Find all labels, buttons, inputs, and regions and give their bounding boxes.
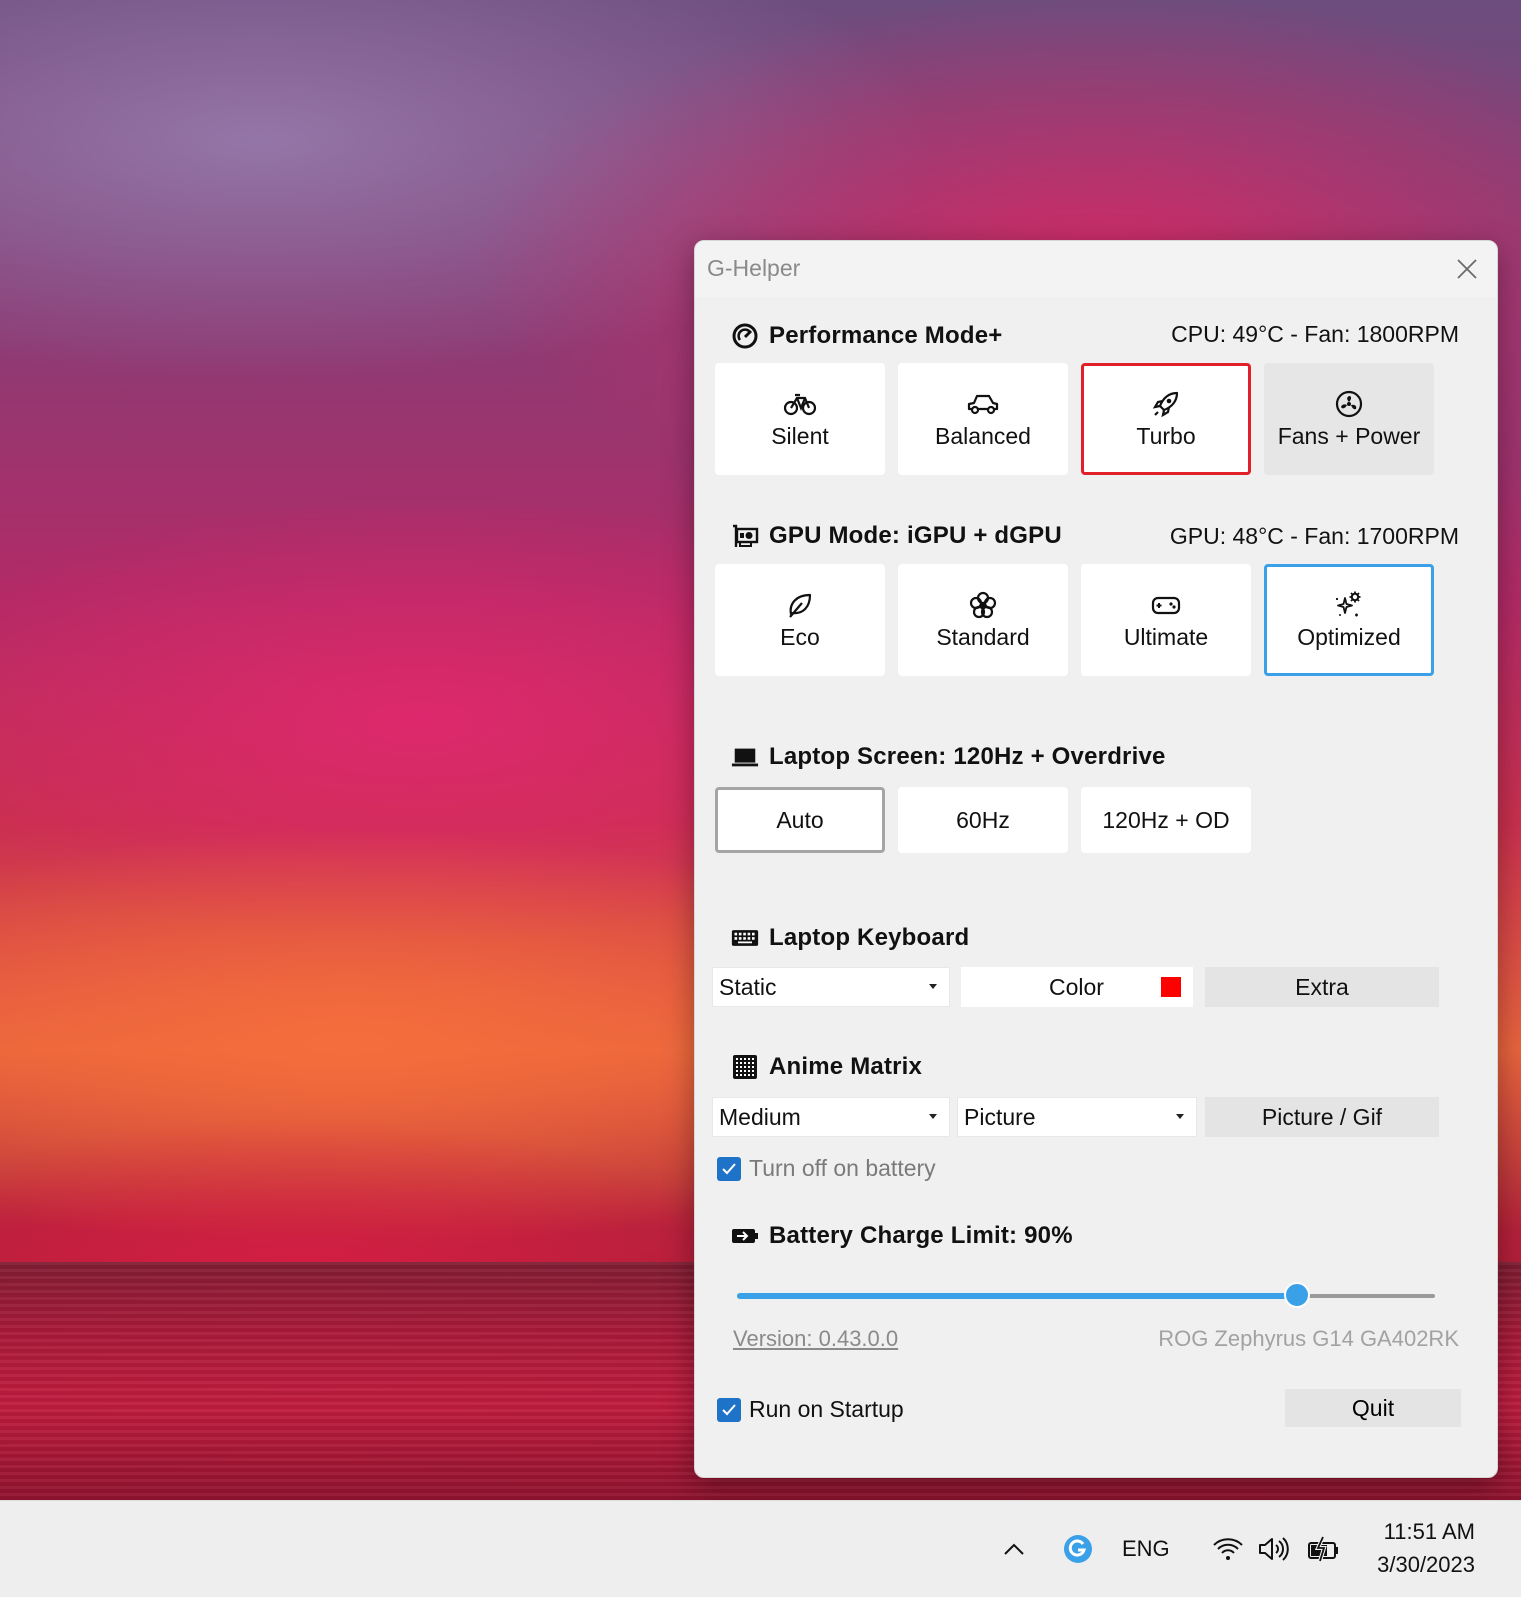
matrix-grid-icon <box>731 1053 759 1081</box>
gamepad-icon <box>1149 590 1183 620</box>
screen-auto-button[interactable]: Auto <box>715 787 885 853</box>
anime-mode-select[interactable]: Picture <box>957 1097 1197 1137</box>
screen-60hz-button[interactable]: 60Hz <box>898 787 1068 853</box>
close-icon <box>1457 259 1477 279</box>
picture-gif-button[interactable]: Picture / Gif <box>1205 1097 1439 1137</box>
anime-header: Anime Matrix <box>731 1050 922 1084</box>
mode-silent-label: Silent <box>771 422 829 449</box>
volume-button[interactable] <box>1256 1529 1292 1569</box>
run-on-startup-checkbox[interactable]: Run on Startup <box>717 1396 904 1423</box>
ghelper-tray-button[interactable] <box>1058 1529 1098 1569</box>
fans-power-button[interactable]: Fans + Power <box>1264 363 1434 475</box>
gpu-optimized-label: Optimized <box>1297 623 1401 650</box>
mode-balanced-label: Balanced <box>935 422 1031 449</box>
fans-power-label: Fans + Power <box>1277 422 1421 449</box>
laptop-icon <box>731 743 759 771</box>
title-bar[interactable]: G-Helper <box>695 241 1497 297</box>
mode-balanced-button[interactable]: Balanced <box>898 363 1068 475</box>
bicycle-icon <box>783 389 817 419</box>
sparkle-gear-icon <box>1332 590 1366 620</box>
chevron-down-icon <box>1176 1114 1184 1119</box>
anime-brightness-select[interactable]: Medium <box>712 1097 950 1137</box>
wifi-button[interactable] <box>1210 1529 1246 1569</box>
charge-limit-slider-fill <box>737 1293 1298 1299</box>
keyboard-mode-value: Static <box>719 973 777 1000</box>
keyboard-header: Laptop Keyboard <box>731 921 969 955</box>
gpu-header: GPU Mode: iGPU + dGPU <box>731 519 1062 553</box>
chevron-up-icon <box>1004 1543 1024 1555</box>
rocket-icon <box>1149 389 1183 419</box>
taskbar: ENG 11:51 AM 3/30/2023 <box>0 1500 1521 1597</box>
battery-icon <box>731 1222 759 1250</box>
keyboard-color-button[interactable]: Color <box>961 967 1193 1007</box>
chevron-down-icon <box>929 984 937 989</box>
leaf-icon <box>783 590 817 620</box>
keyboard-color-label: Color <box>1049 973 1104 1000</box>
clock-date: 3/30/2023 <box>1377 1552 1475 1577</box>
language-indicator[interactable]: ENG <box>1122 1531 1170 1567</box>
battery-title: Battery Charge Limit: 90% <box>769 1222 1073 1249</box>
screen-header: Laptop Screen: 120Hz + Overdrive <box>731 740 1166 774</box>
color-swatch <box>1161 977 1181 997</box>
gpu-status: GPU: 48°C - Fan: 1700RPM <box>1169 523 1459 549</box>
gpu-eco-label: Eco <box>780 623 820 650</box>
gpu-standard-button[interactable]: Standard <box>898 564 1068 676</box>
chevron-down-icon <box>929 1114 937 1119</box>
clock[interactable]: 11:51 AM 3/30/2023 <box>1377 1515 1475 1581</box>
checkmark-icon <box>717 1156 741 1181</box>
screen-120hz-od-button[interactable]: 120Hz + OD <box>1081 787 1251 853</box>
model-name: ROG Zephyrus G14 GA402RK <box>1158 1326 1459 1351</box>
window-title: G-Helper <box>707 255 801 281</box>
fan-icon <box>1332 389 1366 419</box>
keyboard-icon <box>731 924 759 952</box>
checkmark-icon <box>717 1397 741 1422</box>
mode-silent-button[interactable]: Silent <box>715 363 885 475</box>
battery-charging-icon <box>1308 1536 1338 1562</box>
speedometer-icon <box>731 322 759 350</box>
battery-header: Battery Charge Limit: 90% <box>731 1219 1073 1253</box>
car-icon <box>966 389 1000 419</box>
gpu-eco-button[interactable]: Eco <box>715 564 885 676</box>
clock-time: 11:51 AM <box>1383 1519 1475 1544</box>
gpu-title: GPU Mode: iGPU + dGPU <box>769 522 1062 549</box>
anime-mode-value: Picture <box>964 1103 1036 1130</box>
keyboard-mode-select[interactable]: Static <box>712 967 950 1007</box>
gpu-ultimate-label: Ultimate <box>1123 623 1209 650</box>
version-link[interactable]: Version: 0.43.0.0 <box>733 1326 898 1352</box>
performance-header: Performance Mode+ <box>731 319 1002 353</box>
gpu-card-icon <box>731 522 759 550</box>
gpu-optimized-button[interactable]: Optimized <box>1264 564 1434 676</box>
flower-icon <box>966 590 1000 620</box>
battery-tray-button[interactable] <box>1304 1529 1344 1569</box>
screen-title: Laptop Screen: 120Hz + Overdrive <box>769 743 1166 770</box>
mode-turbo-button[interactable]: Turbo <box>1081 363 1251 475</box>
keyboard-title: Laptop Keyboard <box>769 924 970 951</box>
volume-icon <box>1259 1537 1289 1561</box>
turn-off-on-battery-checkbox[interactable]: Turn off on battery <box>717 1155 936 1182</box>
g-helper-window: G-Helper Performance Mode+ CPU: 49°C - F… <box>694 240 1498 1478</box>
turn-off-on-battery-label: Turn off on battery <box>749 1155 936 1181</box>
ghelper-tray-icon <box>1064 1535 1092 1563</box>
run-on-startup-label: Run on Startup <box>749 1396 904 1422</box>
anime-brightness-value: Medium <box>719 1103 801 1130</box>
quit-button[interactable]: Quit <box>1285 1389 1461 1427</box>
cpu-status: CPU: 49°C - Fan: 1800RPM <box>1171 321 1459 347</box>
close-button[interactable] <box>1437 241 1497 297</box>
mode-turbo-label: Turbo <box>1136 422 1196 449</box>
charge-limit-slider-thumb[interactable] <box>1284 1282 1311 1308</box>
anime-title: Anime Matrix <box>769 1053 923 1080</box>
gpu-standard-label: Standard <box>936 623 1030 650</box>
keyboard-extra-button[interactable]: Extra <box>1205 967 1439 1007</box>
performance-title: Performance Mode+ <box>769 322 1003 349</box>
wifi-icon <box>1213 1538 1243 1560</box>
show-hidden-icons-button[interactable] <box>996 1531 1032 1567</box>
gpu-ultimate-button[interactable]: Ultimate <box>1081 564 1251 676</box>
